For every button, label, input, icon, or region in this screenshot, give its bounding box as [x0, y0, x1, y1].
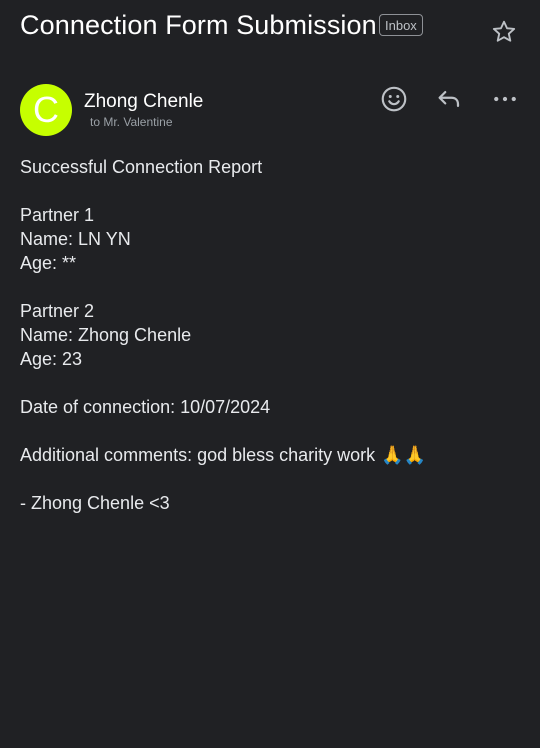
partner2-name: Name: Zhong Chenle: [20, 325, 192, 345]
signature: - Zhong Chenle <3: [20, 493, 170, 513]
partner2-title: Partner 2: [20, 301, 95, 321]
reply-button[interactable]: [434, 84, 464, 114]
add-reaction-button[interactable]: [379, 84, 409, 114]
connection-date: Date of connection: 10/07/2024: [20, 397, 271, 417]
partner2-age: Age: 23: [20, 349, 83, 369]
partner1-title: Partner 1: [20, 205, 95, 225]
partner1-name: Name: LN YN: [20, 229, 131, 249]
praying-hands-icon: 🙏🙏: [381, 445, 426, 465]
comments-text: Additional comments: god bless charity w…: [20, 445, 376, 465]
avatar[interactable]: C: [20, 84, 72, 136]
more-icon: [490, 84, 520, 114]
inbox-label-badge[interactable]: Inbox: [379, 14, 423, 36]
smiley-icon: [379, 84, 409, 114]
partner1-age: Age: **: [20, 253, 77, 273]
sender-name: Zhong Chenle: [84, 91, 204, 112]
additional-comments: Additional comments: god bless charity w…: [20, 443, 520, 467]
email-screen: Connection Form Submission Inbox C Zhong…: [0, 0, 540, 748]
email-body: Successful Connection Report Partner 1 N…: [20, 155, 520, 515]
star-icon[interactable]: [490, 18, 518, 46]
body-heading: Successful Connection Report: [20, 157, 263, 177]
email-subject: Connection Form Submission: [20, 10, 377, 40]
more-options-button[interactable]: [490, 84, 520, 114]
reply-icon: [434, 84, 464, 114]
recipient-line[interactable]: to Mr. Valentine: [90, 115, 173, 129]
